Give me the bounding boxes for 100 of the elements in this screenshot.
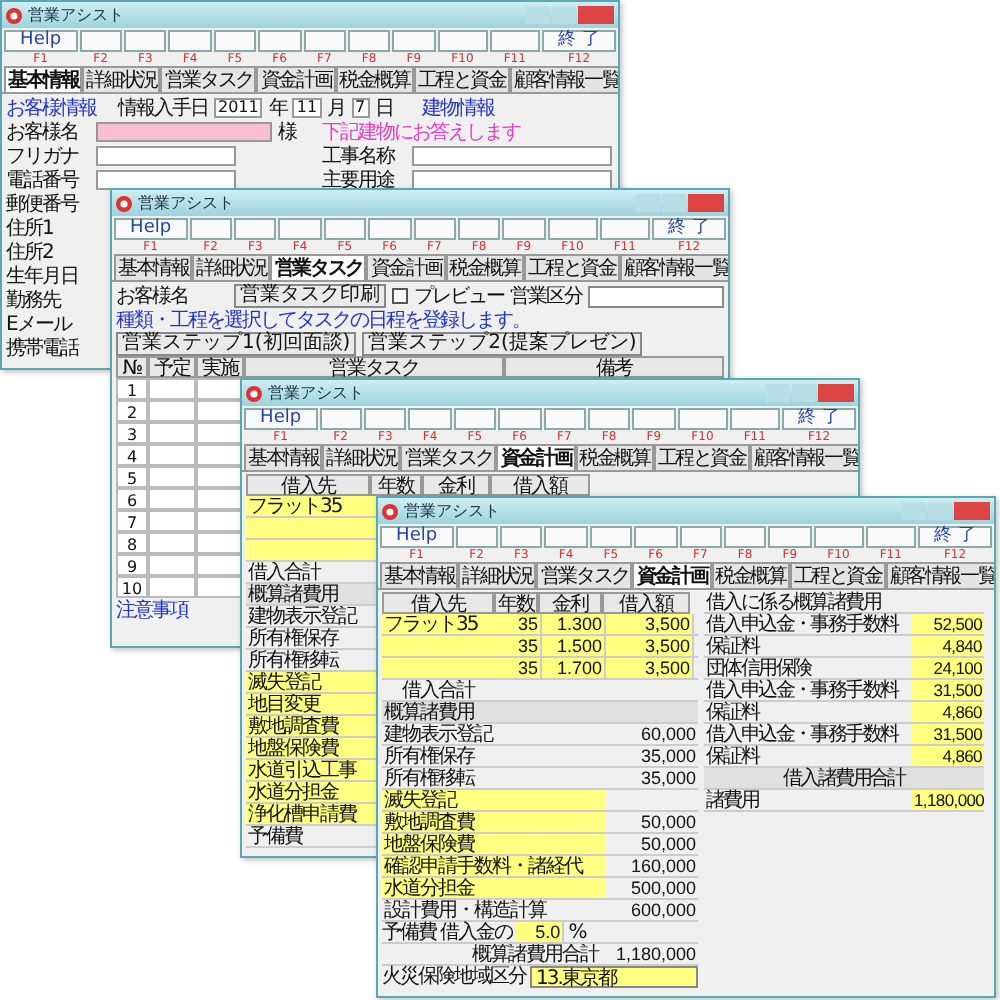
- toolbar-button[interactable]: [392, 30, 436, 52]
- toolbar-button[interactable]: [124, 30, 167, 52]
- toolbar-button[interactable]: 終 了: [782, 408, 856, 430]
- years-field[interactable]: 35: [498, 614, 542, 634]
- rate-field[interactable]: 1.500: [542, 636, 606, 656]
- date-cell[interactable]: [196, 576, 244, 598]
- toolbar-button[interactable]: [303, 30, 346, 52]
- toolbar-button[interactable]: [679, 526, 722, 548]
- toolbar-button[interactable]: [323, 218, 367, 240]
- amount-field[interactable]: 3,500: [606, 636, 694, 656]
- toolbar-button[interactable]: [368, 218, 411, 240]
- toolbar-button[interactable]: [589, 526, 633, 548]
- date-cell[interactable]: [196, 378, 244, 400]
- tab[interactable]: 工程と資金: [789, 562, 886, 588]
- tab[interactable]: 工程と資金: [523, 254, 620, 280]
- years-field[interactable]: 35: [498, 636, 542, 656]
- category-dropdown[interactable]: [588, 285, 724, 307]
- input-field[interactable]: [412, 146, 612, 166]
- rate-field[interactable]: 1.700: [542, 658, 606, 678]
- toolbar-button[interactable]: [364, 408, 407, 430]
- tab[interactable]: 基本情報: [244, 444, 323, 470]
- tab[interactable]: 詳細状況: [458, 562, 537, 588]
- date-cell[interactable]: [148, 576, 196, 598]
- tab[interactable]: 資金計画: [496, 444, 576, 470]
- toolbar-button[interactable]: [865, 526, 916, 548]
- toolbar-button[interactable]: [723, 526, 767, 548]
- toolbar-button[interactable]: 終 了: [542, 30, 616, 52]
- tab[interactable]: 基本情報: [4, 66, 83, 92]
- toolbar-button[interactable]: Help: [380, 526, 454, 548]
- date-cell[interactable]: [196, 400, 244, 422]
- date-cell[interactable]: [148, 466, 196, 488]
- toolbar-button[interactable]: [213, 30, 257, 52]
- toolbar-button[interactable]: [813, 526, 864, 548]
- month-field[interactable]: 11: [292, 98, 322, 118]
- tab[interactable]: 営業タスク: [400, 444, 497, 470]
- amount-field[interactable]: 3,500: [606, 614, 694, 634]
- toolbar-button[interactable]: [79, 30, 122, 52]
- step-button[interactable]: 営業ステップ1(初回面談): [116, 332, 357, 356]
- lender-field[interactable]: フラット35: [382, 614, 498, 634]
- tab[interactable]: 営業タスク: [160, 66, 257, 92]
- input-field[interactable]: [382, 636, 498, 656]
- toolbar-button[interactable]: [457, 218, 501, 240]
- tab[interactable]: 税金概算: [575, 444, 654, 470]
- toolbar-button[interactable]: [587, 408, 631, 430]
- toolbar-button[interactable]: [489, 30, 540, 52]
- date-cell[interactable]: [148, 400, 196, 422]
- date-cell[interactable]: [196, 488, 244, 510]
- tab[interactable]: 工程と資金: [413, 66, 510, 92]
- toolbar-button[interactable]: [189, 218, 232, 240]
- date-cell[interactable]: [196, 532, 244, 554]
- toolbar-button[interactable]: [408, 408, 452, 430]
- toolbar-button[interactable]: Help: [244, 408, 318, 430]
- toolbar-button[interactable]: [632, 408, 676, 430]
- tab[interactable]: 顧客情報一覧: [509, 66, 618, 92]
- toolbar-button[interactable]: [278, 218, 322, 240]
- toolbar-button[interactable]: 終 了: [918, 526, 992, 548]
- tab[interactable]: 顧客情報一覧: [749, 444, 858, 470]
- toolbar-button[interactable]: [455, 526, 498, 548]
- toolbar-button[interactable]: [502, 218, 546, 240]
- tab[interactable]: 資金計画: [632, 562, 712, 588]
- toolbar-button[interactable]: [677, 408, 728, 430]
- date-cell[interactable]: [148, 378, 196, 400]
- tab[interactable]: 税金概算: [445, 254, 524, 280]
- date-cell[interactable]: [196, 554, 244, 576]
- date-cell[interactable]: [196, 422, 244, 444]
- date-cell[interactable]: [148, 422, 196, 444]
- date-cell[interactable]: [196, 466, 244, 488]
- toolbar-button[interactable]: [547, 218, 598, 240]
- tab[interactable]: 顧客情報一覧: [885, 562, 994, 588]
- day-field[interactable]: 7: [351, 98, 370, 118]
- input-field[interactable]: [246, 540, 382, 560]
- input-field[interactable]: [96, 170, 236, 190]
- toolbar-button[interactable]: 終 了: [652, 218, 726, 240]
- region-dropdown[interactable]: 13.東京都: [530, 966, 698, 988]
- toolbar-button[interactable]: [500, 526, 543, 548]
- toolbar-button[interactable]: [347, 30, 391, 52]
- toolbar-button[interactable]: [413, 218, 456, 240]
- toolbar-button[interactable]: [599, 218, 650, 240]
- toolbar-button[interactable]: [768, 526, 812, 548]
- toolbar-button[interactable]: [234, 218, 277, 240]
- toolbar-button[interactable]: [453, 408, 497, 430]
- tab[interactable]: 詳細状況: [322, 444, 401, 470]
- date-cell[interactable]: [196, 444, 244, 466]
- toolbar-button[interactable]: Help: [114, 218, 188, 240]
- input-field[interactable]: [382, 658, 498, 678]
- toolbar-button[interactable]: [543, 408, 586, 430]
- date-cell[interactable]: [148, 532, 196, 554]
- date-cell[interactable]: [148, 510, 196, 532]
- tab[interactable]: 工程と資金: [653, 444, 750, 470]
- toolbar-button[interactable]: [634, 526, 677, 548]
- tab[interactable]: 営業タスク: [270, 254, 367, 280]
- toolbar-button[interactable]: [168, 30, 212, 52]
- year-field[interactable]: 2011: [214, 98, 263, 118]
- date-cell[interactable]: [148, 444, 196, 466]
- input-field[interactable]: [96, 146, 236, 166]
- percent-field[interactable]: 5.0: [516, 922, 565, 942]
- tab[interactable]: 税金概算: [711, 562, 790, 588]
- rate-field[interactable]: 1.300: [542, 614, 606, 634]
- input-field[interactable]: [412, 170, 612, 190]
- years-field[interactable]: 35: [498, 658, 542, 678]
